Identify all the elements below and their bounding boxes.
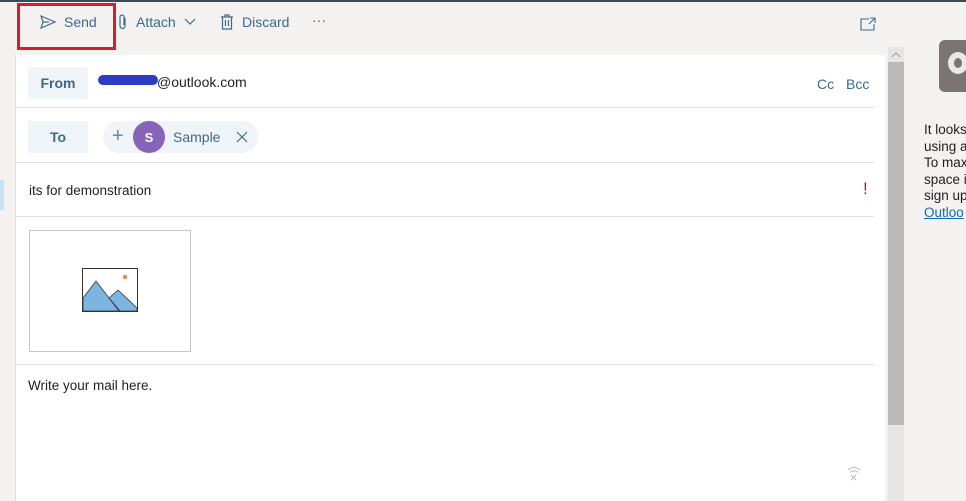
recipient-name: Sample <box>173 129 221 145</box>
side-panel-line: using a <box>924 138 966 154</box>
to-button[interactable]: To <box>28 121 88 153</box>
from-button[interactable]: From <box>28 67 88 99</box>
attach-label: Attach <box>136 14 176 30</box>
chevron-down-icon[interactable] <box>184 18 196 26</box>
discard-label: Discard <box>242 14 290 30</box>
close-icon[interactable] <box>236 131 248 143</box>
scrollbar[interactable] <box>888 47 904 501</box>
image-placeholder-icon <box>82 268 138 312</box>
toolbar: Send Attach Discard ··· <box>0 2 905 50</box>
side-panel-line: space i <box>924 171 966 187</box>
discard-button[interactable]: Discard <box>220 14 289 30</box>
subject-input[interactable]: its for demonstration <box>29 183 151 198</box>
cc-button[interactable]: Cc <box>817 76 834 92</box>
bcc-button[interactable]: Bcc <box>846 76 869 92</box>
avatar: S <box>133 121 165 153</box>
redaction-scribble <box>98 75 158 85</box>
left-nav-indicator <box>0 180 4 210</box>
subject-row: its for demonstration ! <box>16 163 874 217</box>
from-row: From @outlook.com Cc Bcc <box>16 55 874 108</box>
importance-icon: ! <box>863 179 868 198</box>
side-panel-line: It looks <box>924 122 966 137</box>
add-icon[interactable]: + <box>112 125 124 148</box>
more-icon: ··· <box>312 12 326 28</box>
attach-button[interactable]: Attach <box>118 14 196 30</box>
compose-pane: From @outlook.com Cc Bcc To + S Sample i… <box>15 55 885 501</box>
popout-icon[interactable] <box>860 17 876 31</box>
send-highlight-box <box>17 3 116 50</box>
more-options-button[interactable]: ··· <box>312 12 326 28</box>
scrollbar-thumb[interactable] <box>888 62 904 425</box>
side-panel-line: sign up <box>924 188 966 203</box>
outlook-link[interactable]: Outloo <box>924 205 966 222</box>
trash-icon <box>221 14 233 30</box>
attachment-row <box>16 217 874 365</box>
paperclip-icon <box>119 14 126 30</box>
body-editor[interactable]: Write your mail here. <box>28 378 152 393</box>
inline-image[interactable] <box>29 230 191 352</box>
scroll-up-icon[interactable] <box>891 52 901 58</box>
to-row: To + S Sample <box>16 108 874 163</box>
wifi-off-icon <box>847 467 861 481</box>
recipient-chip[interactable]: + S Sample <box>103 121 258 153</box>
side-panel-line: To max <box>924 155 966 170</box>
app-logo <box>939 40 966 92</box>
from-address: @outlook.com <box>157 74 247 90</box>
side-panel-text: It looks using a To max space i sign up … <box>924 122 966 221</box>
